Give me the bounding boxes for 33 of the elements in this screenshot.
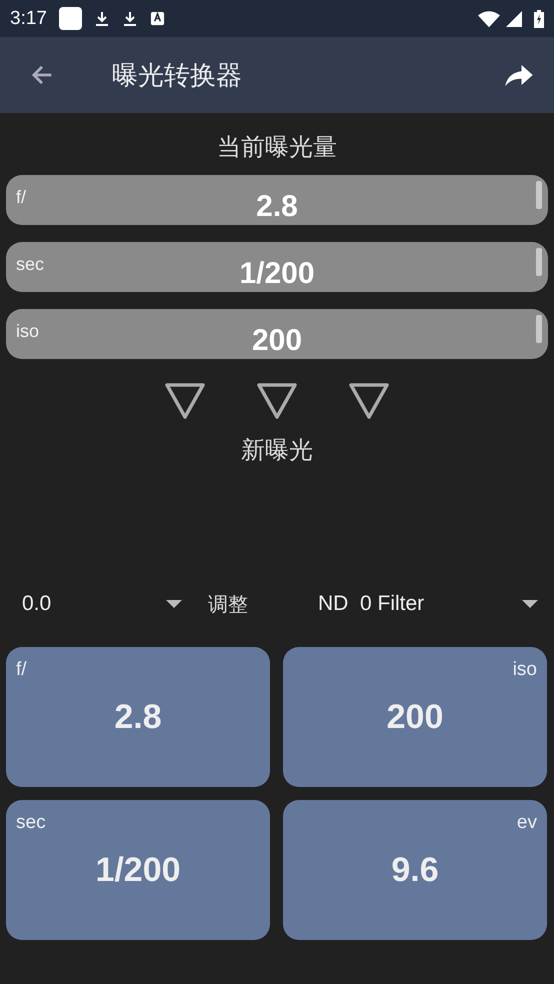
download-icon (122, 10, 138, 28)
signal-icon (506, 10, 522, 28)
down-triangle-icon (256, 382, 298, 420)
card-label: ev (516, 812, 537, 834)
filter-dropdown[interactable]: ND 0 Filter (318, 592, 538, 616)
font-icon (150, 11, 165, 26)
card-value: 200 (386, 698, 444, 736)
section-heading: 当前曝光量 (217, 132, 337, 163)
down-triangle-icon (348, 382, 390, 420)
status-time: 3:17 (10, 8, 47, 30)
card-value: 2.8 (114, 698, 162, 736)
wifi-icon (478, 10, 500, 28)
adjust-dropdown[interactable]: 0.0 (22, 592, 182, 616)
card-value: 1/200 (95, 850, 181, 890)
value-picker[interactable]: iso 200 (6, 309, 548, 359)
scroll-bar (536, 248, 542, 276)
adjust-label: 调整 (208, 590, 248, 618)
card-label: sec (16, 812, 46, 834)
notification-icon (58, 7, 82, 30)
caret-icon (166, 600, 182, 608)
battery-icon (534, 8, 544, 28)
card-label: iso (512, 659, 537, 681)
screen-title: 曝光转换器 (112, 60, 243, 92)
download-icon (94, 10, 110, 28)
scroll-bar (536, 315, 542, 343)
value-picker[interactable]: f/ 2.8 (6, 175, 548, 225)
scroll-bar (536, 181, 542, 209)
down-triangle-icon (164, 382, 206, 420)
card-value: 9.6 (391, 850, 439, 890)
value-picker[interactable]: sec 1/200 (6, 242, 548, 292)
caret-icon (522, 600, 538, 608)
card-label: f/ (16, 659, 27, 681)
section-heading: 新曝光 (241, 435, 313, 466)
